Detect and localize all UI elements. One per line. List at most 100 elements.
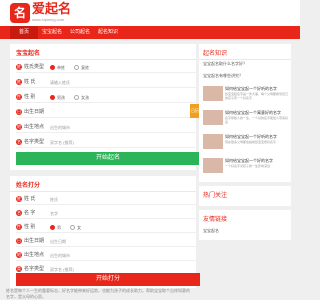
divider (16, 204, 196, 205)
intro-text: 姓名是每个人一生的重要标志，好名字能带来好运势，也能为孩子的成长助力，帮助宝宝取… (6, 288, 190, 299)
location-icon: 地 (16, 124, 22, 130)
field-label: 姓 氏 (24, 196, 36, 202)
field-label: 出生日期 (24, 238, 45, 244)
panel-title: 宝宝起名 (16, 51, 41, 57)
single-surname-radio[interactable]: 单姓 (50, 64, 65, 71)
birth-date-row: 日 出生日期 出生日期 (16, 236, 196, 247)
birth-place-row: 地 出生地点 出生的城市 (16, 122, 196, 133)
surname-icon: 姓 (16, 196, 22, 202)
start-naming-button[interactable]: 开始起名 (16, 152, 200, 165)
surname-type-row: 姓 姓氏类型 单姓 复姓 (16, 62, 196, 73)
article-thumbnail[interactable] (203, 158, 223, 173)
surname-icon: 姓 (16, 64, 22, 70)
article-summary: 给宝宝起名字是一件大事，每个父母都希望自己的孩子有一个好名字 (225, 92, 289, 100)
divider (16, 218, 196, 219)
sidebar-title: 热门关注 (203, 193, 228, 199)
site-name[interactable]: 爱起名 (32, 2, 71, 16)
divider (16, 260, 196, 261)
name-score-panel: 姓名打分 姓 姓 氏 姓氏 名 名 字 名字 性 性 别 男 女 日 出生日期 … (10, 176, 200, 288)
article-title[interactable]: 如何给宝宝起一个寓意好的名字 (225, 110, 289, 115)
surname-row: 姓 姓 氏 姓氏 (16, 194, 196, 205)
divider (10, 191, 196, 192)
article-summary: 一个好名字对孩子的一生影响深远 (225, 164, 271, 168)
field-label: 名字类型 (24, 266, 45, 272)
divider (199, 59, 291, 60)
divider (16, 232, 196, 233)
name-type-icon: 类 (16, 266, 22, 272)
field-label: 名 字 (24, 210, 36, 216)
boy-radio[interactable]: 男孩 (50, 94, 65, 101)
given-name-input[interactable]: 名字 (50, 210, 58, 217)
field-label: 姓 氏 (24, 79, 36, 85)
sidebar-link[interactable]: 宝宝起名有哪些讲究？ (203, 73, 243, 78)
divider (16, 132, 196, 133)
birth-date-input[interactable]: 出生日期 (50, 238, 66, 245)
article-summary: 现在很多父母都会提前给宝宝想好名字 (225, 140, 277, 144)
field-label: 性 别 (24, 94, 36, 100)
name-type-icon: 名 (16, 139, 22, 145)
site-header: 名 爱起名 www.4qiming.com (0, 0, 300, 26)
gender-row: 性 性 别 男 女 (16, 222, 196, 233)
field-label: 出生日期 (24, 109, 45, 115)
name-type-row: 类 名字类型 双字名 (推荐) (16, 264, 196, 273)
field-label: 出生地点 (24, 124, 45, 130)
start-scoring-button[interactable]: 开始打分 (16, 273, 200, 286)
nav-item-knowledge[interactable]: 起名知识 (94, 26, 122, 39)
gender-row: 性 性 别 男孩 女孩 (16, 92, 196, 103)
name-type-select[interactable]: 双字名 (推荐) (50, 266, 74, 273)
male-radio[interactable]: 男 (50, 224, 61, 231)
surname-icon: 姓 (16, 79, 22, 85)
divider (16, 87, 196, 88)
given-name-row: 名 名 字 名字 (16, 208, 196, 219)
article-title[interactable]: 如何给宝宝起一个好听的名字 (225, 134, 289, 139)
field-label: 名字类型 (24, 139, 45, 145)
surname-input[interactable]: 姓氏 (50, 196, 58, 203)
baby-naming-panel: 宝宝起名 姓 姓氏类型 单姓 复姓 姓 姓 氏 请输入姓氏 性 性 别 男孩 女… (10, 44, 200, 170)
article-thumbnail[interactable] (203, 86, 223, 101)
divider (16, 117, 196, 118)
article-summary: 名字伴随人的一生，一个好的名字能给人带来好运 (225, 116, 289, 124)
sidebar-title: 友情链接 (203, 217, 228, 223)
sidebar-title: 起名知识 (203, 51, 228, 57)
article-title[interactable]: 如何给宝宝起一个好的名字 (225, 158, 289, 163)
name-type-row: 名 名字类型 双字名 (推荐) (16, 137, 196, 148)
logo-icon[interactable]: 名 (10, 3, 30, 23)
friend-link[interactable]: 宝宝起名 (203, 228, 219, 233)
divider (16, 147, 196, 148)
main-nav: 首页 宝宝起名 公司起名 起名知识 (0, 26, 300, 39)
article-thumbnail[interactable] (203, 134, 223, 149)
gender-icon: 性 (16, 224, 22, 230)
birth-place-input[interactable]: 出生的城市 (50, 252, 70, 259)
article-thumbnail[interactable] (203, 110, 223, 125)
nav-item-home[interactable]: 首页 (10, 26, 38, 39)
birth-place-input[interactable]: 出生的城市 (50, 124, 70, 131)
field-label: 出生地点 (24, 252, 45, 258)
female-radio[interactable]: 女 (70, 224, 81, 231)
sidebar-link[interactable]: 宝宝起名取什么名字好？ (203, 61, 247, 66)
surname-input[interactable]: 请输入姓氏 (50, 79, 70, 86)
article-title[interactable]: 如何给宝宝起一个好听的名字 (225, 86, 289, 91)
divider (16, 102, 196, 103)
location-icon: 地 (16, 252, 22, 258)
sidebar-links-panel: 友情链接 宝宝起名 (199, 210, 291, 240)
gender-icon: 性 (16, 94, 22, 100)
field-label: 姓氏类型 (24, 64, 45, 70)
surname-row: 姓 姓 氏 请输入姓氏 (16, 77, 196, 88)
panel-title: 姓名打分 (16, 183, 41, 189)
calendar-icon: 日 (16, 238, 22, 244)
divider (16, 246, 196, 247)
compound-surname-radio[interactable]: 复姓 (74, 64, 89, 71)
nav-item-baby-naming[interactable]: 宝宝起名 (38, 26, 66, 39)
site-url: www.4qiming.com (32, 17, 65, 22)
name-icon: 名 (16, 210, 22, 216)
divider (10, 59, 196, 60)
field-label: 性 别 (24, 224, 36, 230)
calendar-icon: 日 (16, 109, 22, 115)
sidebar-knowledge-panel: 起名知识 宝宝起名取什么名字好？ 宝宝起名有哪些讲究？ 如何给宝宝起一个好听的名… (199, 44, 291, 182)
birth-place-row: 地 出生地点 出生的城市 (16, 250, 196, 261)
sidebar-hot-panel: 热门关注 (199, 186, 291, 206)
nav-item-company-naming[interactable]: 公司起名 (66, 26, 94, 39)
name-type-select[interactable]: 双字名 (推荐) (50, 139, 74, 146)
girl-radio[interactable]: 女孩 (74, 94, 89, 101)
divider (16, 72, 196, 73)
